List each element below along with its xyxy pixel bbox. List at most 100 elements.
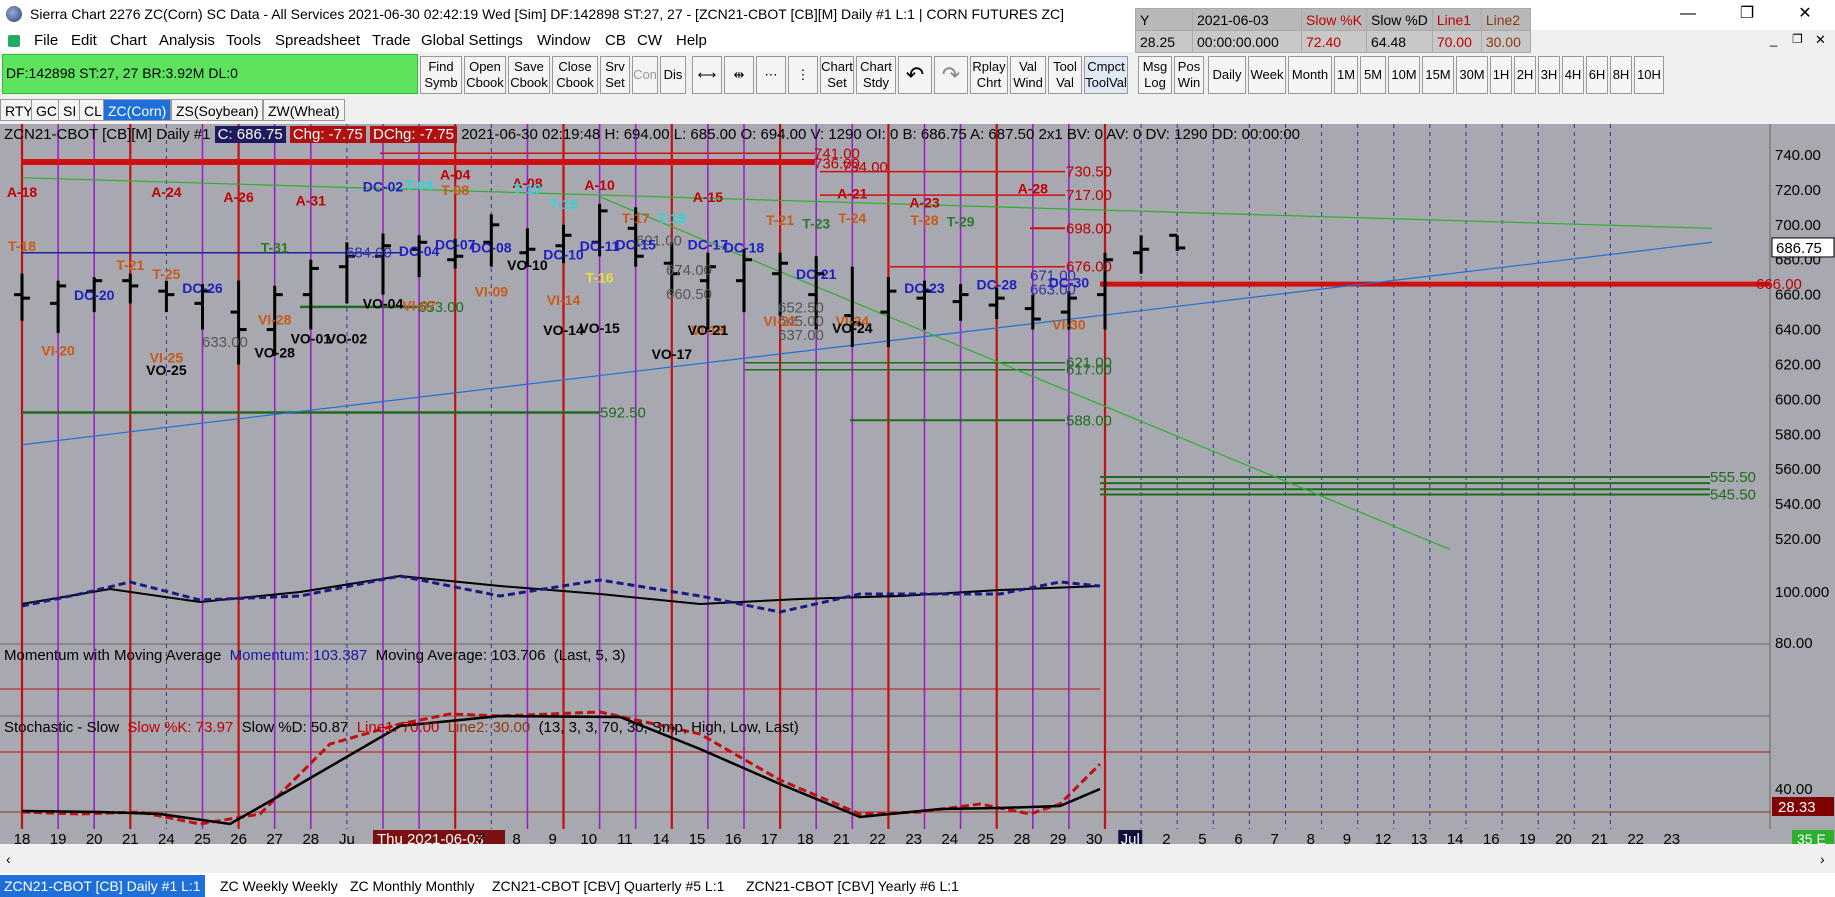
- menu-tools[interactable]: Tools: [226, 32, 261, 49]
- timeframe-3h[interactable]: 3H: [1538, 56, 1560, 94]
- grid-value-y: 28.25: [1135, 30, 1193, 53]
- scale-expand-icon[interactable]: ⇹: [724, 56, 754, 94]
- stoch-axis-label: 40.00: [1775, 781, 1813, 798]
- timeframe-1h[interactable]: 1H: [1490, 56, 1512, 94]
- position-window-button[interactable]: Pos Win: [1174, 56, 1204, 94]
- message-log-button[interactable]: Msg Log: [1138, 56, 1172, 94]
- timeframe-4h[interactable]: 4H: [1562, 56, 1584, 94]
- grid-header-line1: Line1: [1431, 8, 1482, 31]
- minimize-button[interactable]: —: [1665, 0, 1711, 30]
- signal-annotation: VO-02: [327, 331, 368, 347]
- symbol-tab-zc-corn[interactable]: ZC(Corn): [103, 99, 172, 121]
- signal-annotation: A-23: [909, 194, 940, 210]
- grid-value-line2: 30.00: [1480, 30, 1531, 53]
- open-chartbook-button[interactable]: Open Cbook: [464, 56, 506, 94]
- timeframe-daily[interactable]: Daily: [1208, 56, 1246, 94]
- timeframe-week[interactable]: Week: [1248, 56, 1286, 94]
- signal-annotation: T-24: [838, 210, 866, 226]
- stoch-title: Stochastic - Slow: [4, 719, 120, 736]
- timeframe-2h[interactable]: 2H: [1514, 56, 1536, 94]
- stoch-axis-label: 80.00: [1775, 635, 1813, 652]
- stoch-d-value: Slow %D: 50.87: [241, 719, 349, 736]
- grid-header-date: 2021-06-03: [1192, 8, 1302, 31]
- date-axis-label: 9: [548, 831, 556, 844]
- timeframe-8h[interactable]: 8H: [1610, 56, 1632, 94]
- menu-help[interactable]: Help: [676, 32, 707, 49]
- bar-spacing-increase-icon[interactable]: ⋮: [788, 56, 818, 94]
- scale-compress-icon[interactable]: ⟷: [692, 56, 722, 94]
- signal-annotation: T-17: [622, 210, 650, 226]
- mdi-close-icon[interactable]: ✕: [1815, 32, 1826, 48]
- menu-cw[interactable]: CW: [637, 32, 662, 49]
- chart-tab-yearly[interactable]: ZCN21-CBOT [CBV] Yearly #6 L:1: [742, 875, 963, 897]
- symbol-tab-si[interactable]: SI: [58, 99, 82, 121]
- scroll-left-icon[interactable]: ‹: [6, 851, 11, 867]
- disconnect-button[interactable]: Dis: [660, 56, 686, 94]
- restore-button[interactable]: ❐: [1724, 0, 1770, 30]
- replay-chart-button[interactable]: Rplay Chrt: [970, 56, 1008, 94]
- timeframe-15m[interactable]: 15M: [1422, 56, 1454, 94]
- price-chart[interactable]: 740.00720.00700.00680.00660.00640.00620.…: [0, 124, 1835, 844]
- close-button[interactable]: ✕: [1782, 0, 1828, 30]
- horizontal-scrollbar[interactable]: ‹ ›: [0, 850, 1835, 870]
- timeframe-6h[interactable]: 6H: [1586, 56, 1608, 94]
- menu-edit[interactable]: Edit: [71, 32, 97, 49]
- chart-tab-quarterly[interactable]: ZCN21-CBOT [CBV] Quarterly #5 L:1: [488, 875, 728, 897]
- values-window-button[interactable]: Val Wind: [1010, 56, 1046, 94]
- menu-chart[interactable]: Chart: [110, 32, 147, 49]
- server-settings-button[interactable]: Srv Set: [600, 56, 630, 94]
- symbol-tab-zs-soybean[interactable]: ZS(Soybean): [171, 99, 264, 121]
- save-chartbook-button[interactable]: Save Cbook: [508, 56, 550, 94]
- date-axis-label: 29: [1050, 831, 1067, 844]
- menu-analysis[interactable]: Analysis: [159, 32, 215, 49]
- mdi-restore-icon[interactable]: ❐: [1792, 32, 1803, 46]
- document-icon[interactable]: [8, 35, 20, 47]
- menu-cb[interactable]: CB: [605, 32, 626, 49]
- chart-settings-button[interactable]: Chart Set: [820, 56, 854, 94]
- close-chartbook-button[interactable]: Close Cbook: [552, 56, 598, 94]
- stoch-line2-value: Line2: 30.00: [447, 719, 531, 736]
- signal-annotation: T-18: [8, 238, 36, 254]
- timeframe-5m[interactable]: 5M: [1360, 56, 1386, 94]
- signal-annotation: VI-28: [258, 311, 292, 327]
- timeframe-10h[interactable]: 10H: [1634, 56, 1664, 94]
- date-axis-label: 7: [1270, 831, 1278, 844]
- chart-studies-button[interactable]: Chart Stdy: [856, 56, 896, 94]
- momentum-params: (Last, 5, 3): [553, 647, 626, 664]
- compact-tool-values-button[interactable]: Cmpct ToolVal: [1084, 56, 1128, 94]
- date-axis-label: 15: [689, 831, 706, 844]
- timeframe-month[interactable]: Month: [1288, 56, 1332, 94]
- date-axis-label: 16: [725, 831, 742, 844]
- tool-values-button[interactable]: Tool Val: [1048, 56, 1082, 94]
- date-axis-label: 6: [1234, 831, 1242, 844]
- mdi-minimize-icon[interactable]: _: [1770, 32, 1777, 47]
- menu-global-settings[interactable]: Global Settings: [421, 32, 523, 49]
- price-axis-label: 600.00: [1775, 391, 1821, 408]
- connect-button[interactable]: Con: [632, 56, 658, 94]
- momentum-line: [21, 574, 1101, 606]
- daily-change-value: DChg: -7.75: [370, 126, 457, 143]
- chart-tab-weekly[interactable]: ZC Weekly Weekly: [216, 875, 342, 897]
- pane-divider: [0, 715, 1770, 717]
- menu-window[interactable]: Window: [537, 32, 590, 49]
- signal-annotation: VI-22: [763, 313, 797, 329]
- menu-spreadsheet[interactable]: Spreadsheet: [275, 32, 360, 49]
- signal-annotation: VO-17: [652, 346, 693, 362]
- chart-tab-monthly[interactable]: ZC Monthly Monthly: [346, 875, 478, 897]
- symbol-tab-zw-wheat[interactable]: ZW(Wheat): [263, 99, 345, 121]
- chart-ohlc-info: 2021-06-30 02:19:48 H: 694.00 L: 685.00 …: [461, 126, 1301, 143]
- signal-annotation: T-29: [947, 214, 975, 230]
- scroll-right-icon[interactable]: ›: [1820, 851, 1825, 867]
- timeframe-1m[interactable]: 1M: [1334, 56, 1358, 94]
- chart-tab-daily[interactable]: ZCN21-CBOT [CB] Daily #1 L:1: [0, 875, 205, 897]
- menu-file[interactable]: File: [34, 32, 58, 49]
- undo-icon[interactable]: ↶: [898, 56, 932, 94]
- menu-trade[interactable]: Trade: [372, 32, 411, 49]
- bar-spacing-decrease-icon[interactable]: ⋯: [756, 56, 786, 94]
- timeframe-30m[interactable]: 30M: [1456, 56, 1488, 94]
- redo-icon[interactable]: ↷: [934, 56, 968, 94]
- signal-annotation: VO-25: [146, 362, 187, 378]
- grid-value-time: 00:00:00.000: [1192, 30, 1302, 53]
- timeframe-10m[interactable]: 10M: [1388, 56, 1420, 94]
- find-symbol-button[interactable]: Find Symb: [420, 56, 462, 94]
